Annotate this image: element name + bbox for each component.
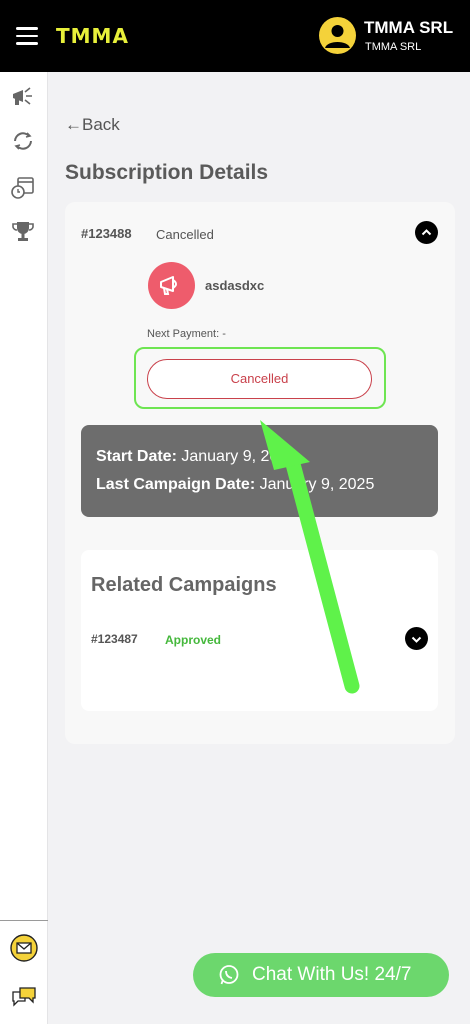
related-campaign-id[interactable]: #123487: [91, 632, 138, 646]
subscription-id: #123488: [81, 226, 132, 241]
next-payment: Next Payment: -: [147, 328, 226, 340]
campaign-name: asdasdxc: [205, 278, 265, 293]
calendar-clock-icon[interactable]: [10, 174, 36, 200]
related-campaigns-panel: Related Campaigns #123487 Approved: [81, 550, 438, 711]
chevron-down-icon: [411, 636, 422, 643]
chat-bubbles-icon[interactable]: [10, 984, 36, 1010]
chat-label: Chat With Us! 24/7: [252, 964, 412, 985]
avatar[interactable]: [319, 17, 356, 54]
related-campaigns-title: Related Campaigns: [91, 574, 277, 596]
sidebar: [0, 72, 48, 1024]
subscription-status: Cancelled: [156, 227, 214, 242]
menu-icon[interactable]: [16, 27, 38, 45]
chevron-up-icon: [421, 229, 432, 236]
sidebar-divider: [0, 920, 48, 921]
user-icon: [325, 25, 350, 48]
last-campaign-value: January 9, 2025: [259, 476, 375, 493]
start-date-row: Start Date: January 9, 2025: [96, 448, 296, 466]
trophy-icon[interactable]: [10, 219, 36, 245]
start-date-value: January 9, 2025: [181, 448, 297, 465]
chat-button[interactable]: Chat With Us! 24/7: [193, 953, 449, 997]
page-title: Subscription Details: [65, 161, 269, 184]
megaphone-icon[interactable]: [10, 84, 36, 110]
last-campaign-row: Last Campaign Date: January 9, 2025: [96, 476, 374, 494]
refresh-icon[interactable]: [10, 128, 36, 154]
arrow-left-icon: ←: [65, 115, 82, 134]
dates-panel: Start Date: January 9, 2025 Last Campaig…: [81, 425, 438, 517]
whatsapp-icon: [218, 964, 240, 992]
related-campaign-status: Approved: [165, 633, 222, 647]
subscription-card: #123488 Cancelled asdasdxc Next Payment:…: [65, 202, 455, 744]
expand-button[interactable]: [405, 627, 428, 650]
brand-logo[interactable]: TMMA: [56, 24, 129, 48]
megaphone-icon: [160, 276, 177, 295]
start-date-label: Start Date:: [96, 448, 177, 465]
cancelled-button[interactable]: Cancelled: [147, 359, 372, 399]
top-bar: TMMA TMMA SRL TMMA SRL: [0, 0, 470, 72]
back-link[interactable]: ←Back: [65, 115, 120, 135]
campaign-avatar: [148, 262, 195, 309]
back-label: Back: [82, 115, 120, 134]
user-name[interactable]: TMMA SRL: [364, 18, 453, 38]
mail-icon[interactable]: [10, 934, 38, 962]
user-company: TMMA SRL: [365, 41, 422, 53]
last-campaign-label: Last Campaign Date:: [96, 476, 256, 493]
collapse-button[interactable]: [415, 221, 438, 244]
